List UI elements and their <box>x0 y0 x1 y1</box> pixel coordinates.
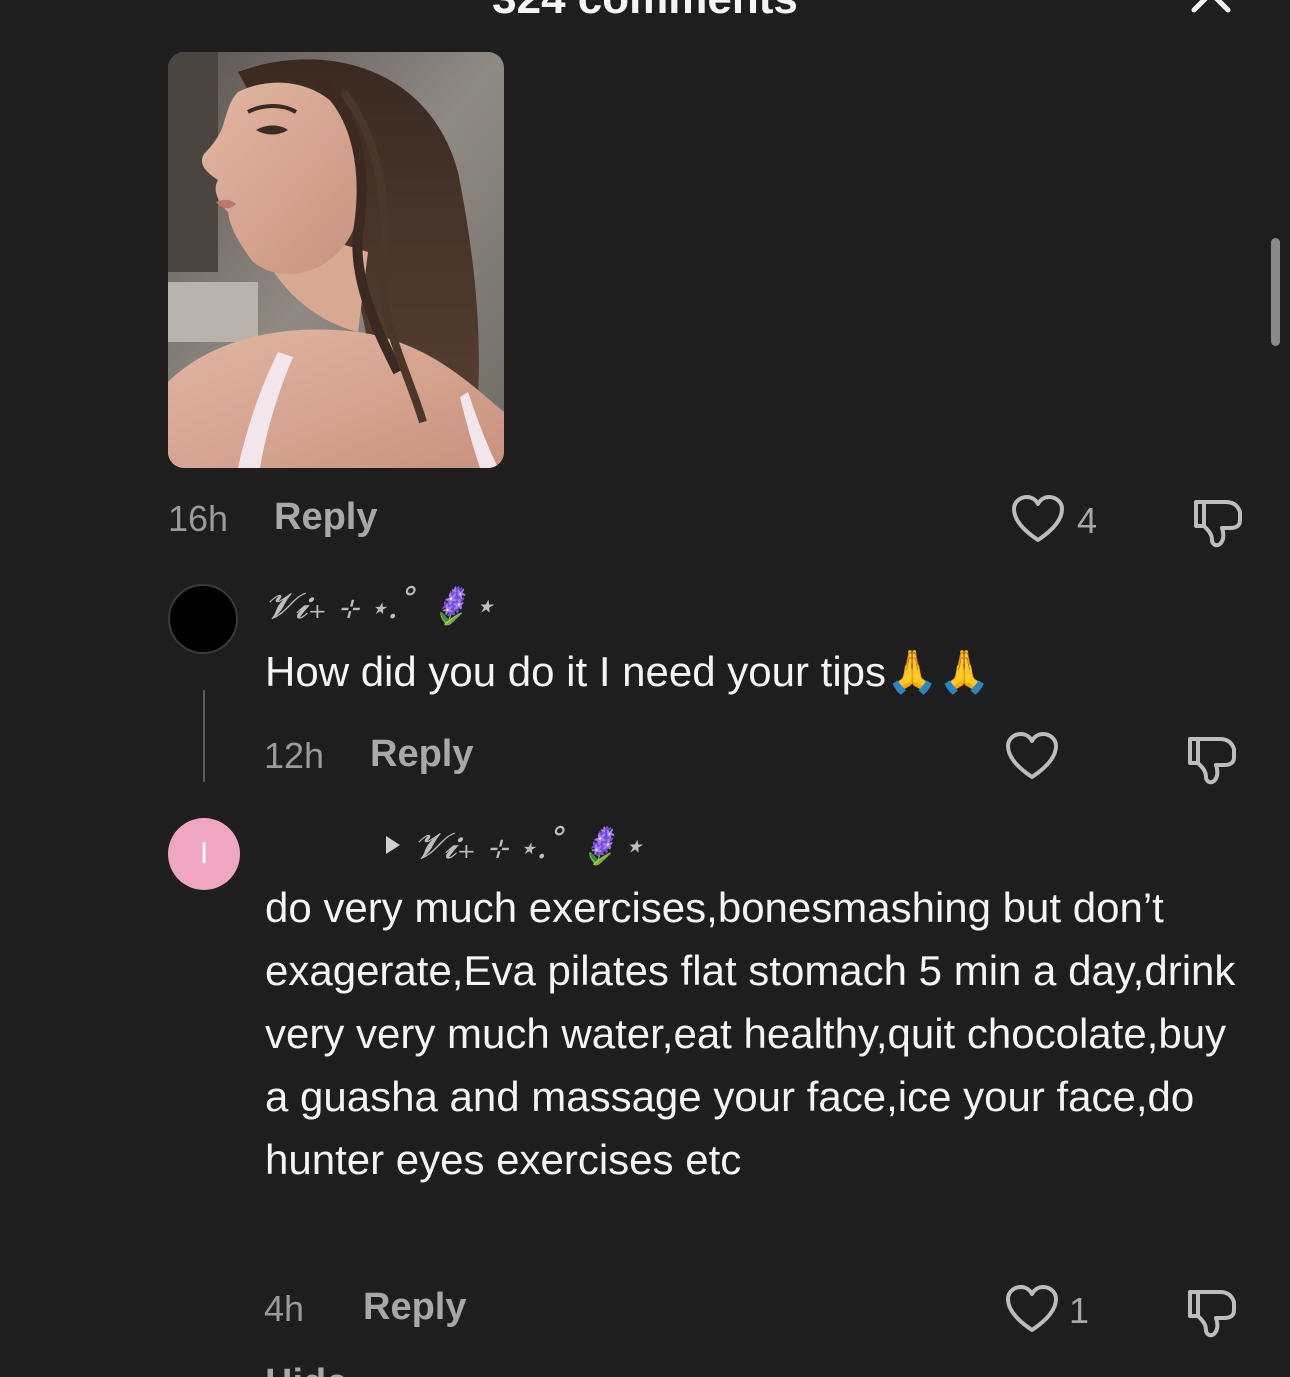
heart-outline-icon[interactable] <box>1010 494 1066 546</box>
thread-line <box>203 690 205 782</box>
comments-count-title: 324 comments <box>0 0 1290 24</box>
like-count: 1 <box>1069 1290 1090 1331</box>
heart-outline-icon[interactable] <box>1004 1284 1060 1336</box>
like-count: 4 <box>1077 500 1098 541</box>
reply-button[interactable]: Reply <box>363 1286 466 1329</box>
reply-to-username[interactable]: 𝓥𝓲₊ ⊹ ⋆.˚ 🪻⋆ <box>414 825 644 868</box>
comment-time: 12h <box>264 735 325 776</box>
comment-time: 4h <box>264 1288 305 1329</box>
thumbs-down-icon[interactable] <box>1184 1284 1240 1340</box>
comment-time: 16h <box>168 498 229 539</box>
thumbs-down-icon[interactable] <box>1190 494 1246 550</box>
hide-replies-button[interactable]: Hide <box>265 1362 347 1377</box>
avatar[interactable]: I <box>168 818 240 890</box>
scrollbar[interactable] <box>1271 238 1280 346</box>
username[interactable]: 𝓥𝓲₊ ⊹ ⋆.˚ 🪻⋆ <box>265 585 495 628</box>
reply-button[interactable]: Reply <box>274 496 377 539</box>
thumbs-down-icon[interactable] <box>1184 731 1240 787</box>
reply-button[interactable]: Reply <box>370 733 473 776</box>
comments-panel: 324 comments <box>0 0 1290 1377</box>
comment-photo[interactable] <box>168 52 504 468</box>
avatar[interactable] <box>168 584 238 654</box>
comment-text: do very much exercises,bonesmashing but … <box>265 884 1236 1183</box>
triangle-right-icon <box>386 836 400 854</box>
heart-outline-icon[interactable] <box>1004 731 1060 783</box>
close-icon[interactable] <box>1188 0 1236 14</box>
comment-text: How did you do it I need your tips🙏🙏 <box>265 648 991 695</box>
